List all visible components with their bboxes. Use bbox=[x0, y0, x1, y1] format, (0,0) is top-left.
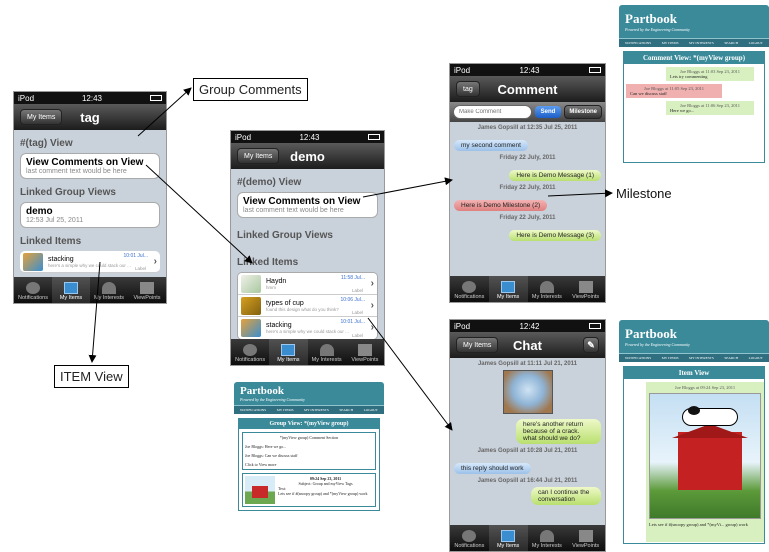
group-comments-callout: Group Comments bbox=[193, 78, 308, 101]
arrow-to-group-comments bbox=[137, 87, 192, 137]
item-view-callout: ITEM View bbox=[54, 365, 129, 388]
arrow-to-demo-screen bbox=[145, 164, 253, 264]
arrow-to-comment-screen bbox=[362, 177, 453, 198]
arrow-to-chat-screen bbox=[367, 317, 453, 431]
arrow-to-item-view bbox=[88, 261, 101, 363]
arrow-to-milestone bbox=[547, 189, 613, 198]
milestone-label: Milestone bbox=[616, 186, 672, 201]
flow-arrows bbox=[88, 87, 613, 431]
